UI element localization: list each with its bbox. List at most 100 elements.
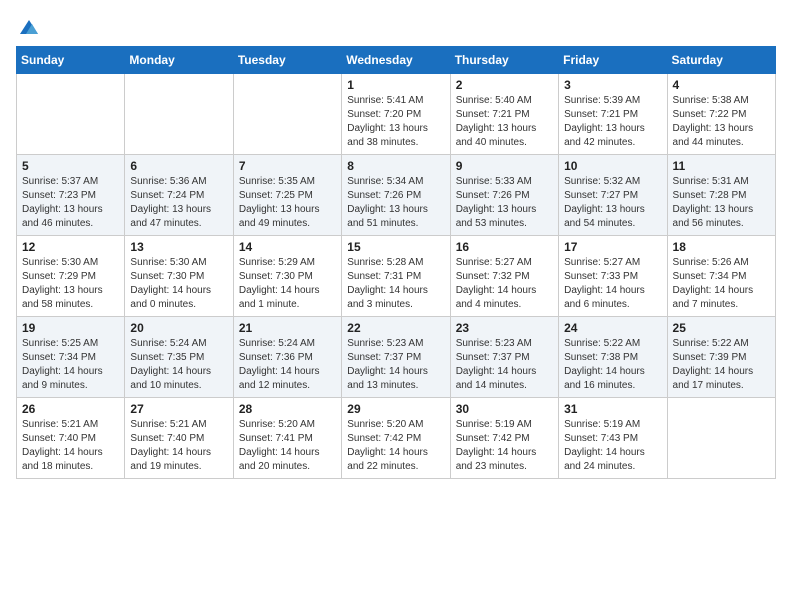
calendar-cell: 9 Sunrise: 5:33 AMSunset: 7:26 PMDaylight… <box>450 155 558 236</box>
day-info: Sunrise: 5:22 AMSunset: 7:38 PMDaylight:… <box>564 337 661 393</box>
calendar-cell: 1 Sunrise: 5:41 AMSunset: 7:20 PMDaylight… <box>342 74 450 155</box>
calendar-cell: 8 Sunrise: 5:34 AMSunset: 7:26 PMDaylight… <box>342 155 450 236</box>
day-info: Sunrise: 5:24 AMSunset: 7:35 PMDaylight:… <box>130 337 227 393</box>
calendar-cell: 25Sunrise: 5:22 AMSunset: 7:39 PMDayligh… <box>667 317 775 398</box>
calendar-cell: 20 Sunrise: 5:24 AMSunset: 7:35 PMDayligh… <box>125 317 233 398</box>
day-info: Sunrise: 5:32 AMSunset: 7:27 PMDaylight:… <box>564 175 661 231</box>
day-number: 4 <box>673 78 770 92</box>
day-info: Sunrise: 5:23 AMSunset: 7:37 PMDaylight:… <box>347 337 444 393</box>
day-header-monday: Monday <box>125 47 233 74</box>
day-header-thursday: Thursday <box>450 47 558 74</box>
day-number: 1 <box>347 78 444 92</box>
calendar-cell: 28 Sunrise: 5:20 AMSunset: 7:41 PMDayligh… <box>233 398 341 479</box>
day-info: Sunrise: 5:40 AMSunset: 7:21 PMDaylight:… <box>456 94 553 150</box>
page-header <box>16 16 776 34</box>
day-info: Sunrise: 5:27 AMSunset: 7:33 PMDaylight:… <box>564 256 661 312</box>
day-number: 18 <box>673 240 770 254</box>
calendar-cell: 26Sunrise: 5:21 AMSunset: 7:40 PMDayligh… <box>17 398 125 479</box>
day-header-sunday: Sunday <box>17 47 125 74</box>
day-info: Sunrise: 5:19 AMSunset: 7:43 PMDaylight:… <box>564 418 661 474</box>
calendar-cell: 31 Sunrise: 5:19 AMSunset: 7:43 PMDayligh… <box>559 398 667 479</box>
day-info: Sunrise: 5:41 AMSunset: 7:20 PMDaylight:… <box>347 94 444 150</box>
day-info: Sunrise: 5:20 AMSunset: 7:42 PMDaylight:… <box>347 418 444 474</box>
calendar-cell <box>667 398 775 479</box>
day-number: 13 <box>130 240 227 254</box>
calendar-header-row: SundayMondayTuesdayWednesdayThursdayFrid… <box>17 47 776 74</box>
day-info: Sunrise: 5:38 AMSunset: 7:22 PMDaylight:… <box>673 94 770 150</box>
calendar-week-row: 1 Sunrise: 5:41 AMSunset: 7:20 PMDaylight… <box>17 74 776 155</box>
day-number: 16 <box>456 240 553 254</box>
day-info: Sunrise: 5:19 AMSunset: 7:42 PMDaylight:… <box>456 418 553 474</box>
day-number: 25 <box>673 321 770 335</box>
day-number: 30 <box>456 402 553 416</box>
day-number: 3 <box>564 78 661 92</box>
day-number: 5 <box>22 159 119 173</box>
calendar-table: SundayMondayTuesdayWednesdayThursdayFrid… <box>16 46 776 479</box>
day-number: 29 <box>347 402 444 416</box>
day-info: Sunrise: 5:29 AMSunset: 7:30 PMDaylight:… <box>239 256 336 312</box>
day-info: Sunrise: 5:28 AMSunset: 7:31 PMDaylight:… <box>347 256 444 312</box>
day-number: 14 <box>239 240 336 254</box>
day-info: Sunrise: 5:21 AMSunset: 7:40 PMDaylight:… <box>130 418 227 474</box>
calendar-cell: 7 Sunrise: 5:35 AMSunset: 7:25 PMDaylight… <box>233 155 341 236</box>
day-info: Sunrise: 5:30 AMSunset: 7:29 PMDaylight:… <box>22 256 119 312</box>
calendar-week-row: 19 Sunrise: 5:25 AMSunset: 7:34 PMDayligh… <box>17 317 776 398</box>
day-info: Sunrise: 5:35 AMSunset: 7:25 PMDaylight:… <box>239 175 336 231</box>
day-info: Sunrise: 5:23 AMSunset: 7:37 PMDaylight:… <box>456 337 553 393</box>
calendar-cell: 6Sunrise: 5:36 AMSunset: 7:24 PMDaylight… <box>125 155 233 236</box>
day-info: Sunrise: 5:21 AMSunset: 7:40 PMDaylight:… <box>22 418 119 474</box>
calendar-cell: 12 Sunrise: 5:30 AMSunset: 7:29 PMDayligh… <box>17 236 125 317</box>
calendar-cell: 19 Sunrise: 5:25 AMSunset: 7:34 PMDayligh… <box>17 317 125 398</box>
day-info: Sunrise: 5:33 AMSunset: 7:26 PMDaylight:… <box>456 175 553 231</box>
day-header-wednesday: Wednesday <box>342 47 450 74</box>
calendar-cell: 30 Sunrise: 5:19 AMSunset: 7:42 PMDayligh… <box>450 398 558 479</box>
calendar-week-row: 26Sunrise: 5:21 AMSunset: 7:40 PMDayligh… <box>17 398 776 479</box>
day-header-friday: Friday <box>559 47 667 74</box>
day-info: Sunrise: 5:34 AMSunset: 7:26 PMDaylight:… <box>347 175 444 231</box>
calendar-cell: 17 Sunrise: 5:27 AMSunset: 7:33 PMDayligh… <box>559 236 667 317</box>
calendar-cell: 4 Sunrise: 5:38 AMSunset: 7:22 PMDaylight… <box>667 74 775 155</box>
calendar-cell: 14 Sunrise: 5:29 AMSunset: 7:30 PMDayligh… <box>233 236 341 317</box>
calendar-cell: 18Sunrise: 5:26 AMSunset: 7:34 PMDayligh… <box>667 236 775 317</box>
day-header-tuesday: Tuesday <box>233 47 341 74</box>
day-number: 31 <box>564 402 661 416</box>
calendar-week-row: 12 Sunrise: 5:30 AMSunset: 7:29 PMDayligh… <box>17 236 776 317</box>
day-number: 9 <box>456 159 553 173</box>
day-info: Sunrise: 5:37 AMSunset: 7:23 PMDaylight:… <box>22 175 119 231</box>
day-info: Sunrise: 5:39 AMSunset: 7:21 PMDaylight:… <box>564 94 661 150</box>
calendar-cell: 3 Sunrise: 5:39 AMSunset: 7:21 PMDaylight… <box>559 74 667 155</box>
day-number: 27 <box>130 402 227 416</box>
day-info: Sunrise: 5:24 AMSunset: 7:36 PMDaylight:… <box>239 337 336 393</box>
day-info: Sunrise: 5:31 AMSunset: 7:28 PMDaylight:… <box>673 175 770 231</box>
calendar-cell: 2Sunrise: 5:40 AMSunset: 7:21 PMDaylight… <box>450 74 558 155</box>
logo-icon <box>18 16 40 38</box>
calendar-cell: 21 Sunrise: 5:24 AMSunset: 7:36 PMDayligh… <box>233 317 341 398</box>
day-number: 28 <box>239 402 336 416</box>
day-number: 17 <box>564 240 661 254</box>
calendar-cell: 27 Sunrise: 5:21 AMSunset: 7:40 PMDayligh… <box>125 398 233 479</box>
day-number: 22 <box>347 321 444 335</box>
day-number: 20 <box>130 321 227 335</box>
day-number: 10 <box>564 159 661 173</box>
day-info: Sunrise: 5:25 AMSunset: 7:34 PMDaylight:… <box>22 337 119 393</box>
day-number: 21 <box>239 321 336 335</box>
day-number: 15 <box>347 240 444 254</box>
day-number: 8 <box>347 159 444 173</box>
calendar-cell: 16 Sunrise: 5:27 AMSunset: 7:32 PMDayligh… <box>450 236 558 317</box>
day-number: 6 <box>130 159 227 173</box>
day-info: Sunrise: 5:27 AMSunset: 7:32 PMDaylight:… <box>456 256 553 312</box>
calendar-cell: 24 Sunrise: 5:22 AMSunset: 7:38 PMDayligh… <box>559 317 667 398</box>
calendar-cell <box>125 74 233 155</box>
day-number: 12 <box>22 240 119 254</box>
day-number: 11 <box>673 159 770 173</box>
calendar-cell: 10 Sunrise: 5:32 AMSunset: 7:27 PMDayligh… <box>559 155 667 236</box>
day-info: Sunrise: 5:20 AMSunset: 7:41 PMDaylight:… <box>239 418 336 474</box>
calendar-cell: 11 Sunrise: 5:31 AMSunset: 7:28 PMDayligh… <box>667 155 775 236</box>
day-header-saturday: Saturday <box>667 47 775 74</box>
day-number: 24 <box>564 321 661 335</box>
calendar-cell <box>233 74 341 155</box>
calendar-cell: 22 Sunrise: 5:23 AMSunset: 7:37 PMDayligh… <box>342 317 450 398</box>
calendar-cell <box>17 74 125 155</box>
day-number: 7 <box>239 159 336 173</box>
day-number: 19 <box>22 321 119 335</box>
